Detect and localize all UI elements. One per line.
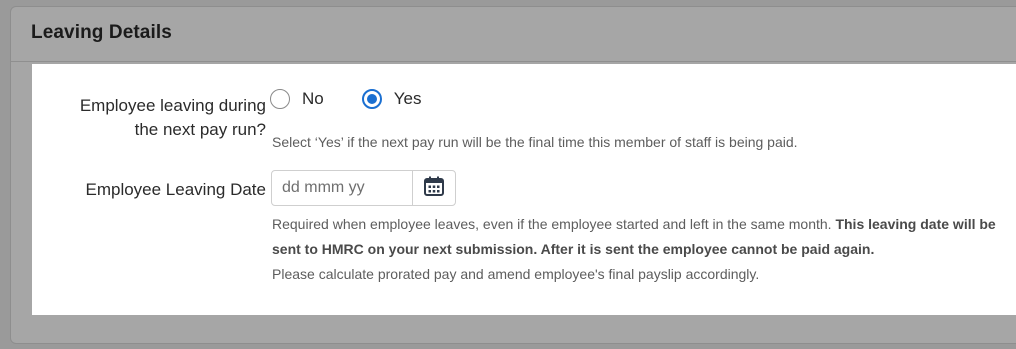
radio-no-circle[interactable] [270,89,290,109]
leaving-date-hint-note: Please calculate prorated pay and amend … [272,266,760,282]
radio-no-label: No [302,89,324,108]
leaving-date-hint: Required when employee leaves, even if t… [272,212,1016,287]
leaving-details-panel: Leaving Details Employee leaving during … [10,6,1016,344]
radio-yes-circle[interactable] [361,89,382,109]
panel-header: Leaving Details [11,7,1016,62]
leaving-date-hint-plain: Required when employee leaves, even if t… [272,216,836,232]
leaving-date-input[interactable] [272,171,412,205]
leaving-date-field [271,170,456,206]
section-title: Leaving Details [31,22,172,43]
calendar-button[interactable] [412,171,455,205]
leaving-next-run-label-line2: the next pay run? [134,120,266,139]
leaving-date-label-col: Employee Leaving Date [32,176,266,202]
calendar-icon[interactable] [423,175,445,202]
leaving-next-run-label-col: Employee leaving during the next pay run… [32,90,266,150]
leaving-next-run-label-line1: Employee leaving during [79,96,266,115]
panel-body: Employee leaving during the next pay run… [32,64,1016,315]
radio-yes-label: Yes [393,89,422,108]
leaving-date-label: Employee Leaving Date [85,180,266,199]
radio-option-yes[interactable]: Yes [361,89,422,109]
leaving-next-run-radio-group: No Yes [270,89,459,109]
radio-option-no[interactable]: No [270,89,324,109]
leaving-next-run-hint: Select ‘Yes’ if the next pay run will be… [272,134,798,150]
